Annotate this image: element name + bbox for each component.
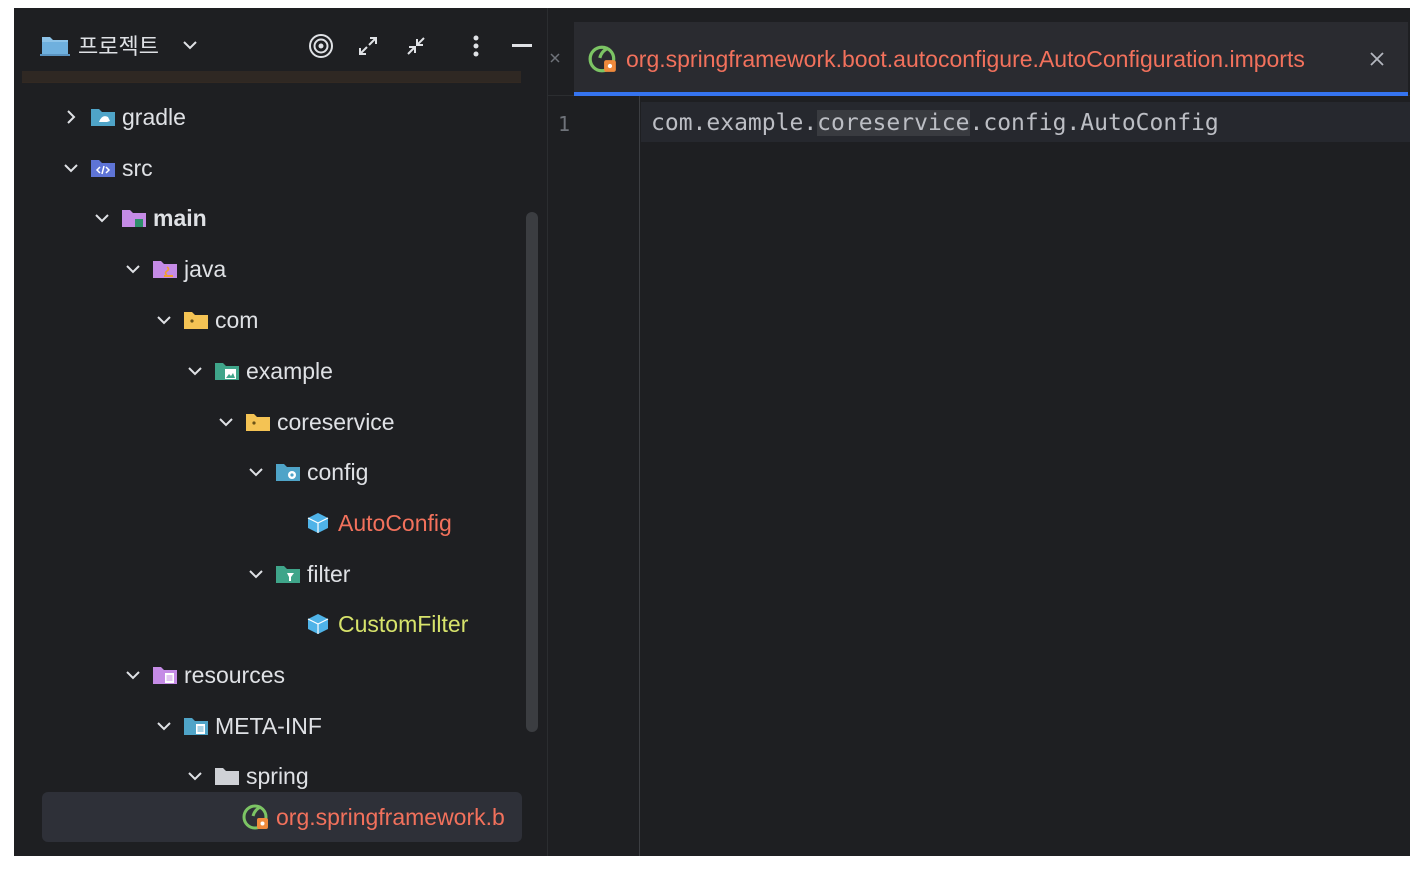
chevron-right-icon[interactable] bbox=[62, 108, 80, 126]
close-icon[interactable] bbox=[1368, 50, 1386, 68]
tree-node-resources[interactable]: resources bbox=[14, 653, 522, 697]
tab-label: org.springframework.boot.autoconfigure.A… bbox=[626, 46, 1305, 72]
ide-window: 프로젝트 gradle src main java com example co… bbox=[14, 8, 1410, 856]
tree-node-autoconfig[interactable]: AutoConfig bbox=[14, 501, 522, 545]
chevron-down-icon[interactable] bbox=[155, 311, 173, 329]
package-config-icon bbox=[276, 464, 300, 481]
project-panel: 프로젝트 gradle src main java com example co… bbox=[14, 8, 548, 856]
chevron-down-icon[interactable] bbox=[93, 209, 111, 227]
tree-node-customfilter[interactable]: CustomFilter bbox=[14, 602, 522, 646]
project-view-selector[interactable]: 프로젝트 bbox=[40, 30, 199, 60]
folder-source-root-icon bbox=[91, 160, 115, 177]
project-tree: gradle src main java com example coreser… bbox=[14, 84, 547, 856]
tree-node-label: resources bbox=[184, 661, 285, 688]
code-line[interactable]: com.example.coreservice.config.AutoConfi… bbox=[651, 110, 1219, 136]
editor-pane: org.springframework.boot.autoconfigure.A… bbox=[548, 8, 1410, 856]
tree-node-imports-file[interactable]: org.springframework.b bbox=[42, 792, 522, 842]
code-text: .config.AutoConfig bbox=[969, 110, 1219, 136]
collapse-icon bbox=[407, 37, 425, 55]
tree-node-src[interactable]: src bbox=[14, 146, 522, 190]
expand-icon bbox=[359, 37, 377, 55]
chevron-down-icon bbox=[183, 41, 197, 50]
project-panel-header: 프로젝트 bbox=[14, 8, 547, 83]
chevron-down-icon[interactable] bbox=[124, 666, 142, 684]
tree-node-label: AutoConfig bbox=[338, 509, 452, 536]
tree-node-gradle[interactable]: gradle bbox=[14, 95, 522, 139]
tree-node-com[interactable]: com bbox=[14, 298, 522, 342]
target-icon bbox=[309, 34, 333, 58]
tree-node-label: gradle bbox=[122, 103, 186, 130]
hide-panel-button[interactable] bbox=[508, 32, 536, 60]
minimize-icon bbox=[512, 44, 532, 47]
tree-node-label: java bbox=[184, 255, 227, 282]
tree-node-label: org.springframework.b bbox=[276, 803, 505, 830]
tree-node-label: filter bbox=[307, 560, 351, 587]
chevron-down-icon[interactable] bbox=[124, 260, 142, 278]
folder-java-icon bbox=[153, 261, 177, 278]
code-highlight: coreservice bbox=[817, 110, 970, 136]
tree-node-filter[interactable]: filter bbox=[14, 552, 522, 596]
folder-meta-inf-icon bbox=[184, 718, 208, 735]
package-folder-icon bbox=[246, 414, 270, 431]
tree-node-label: config bbox=[307, 458, 369, 485]
tree-node-label: META-INF bbox=[215, 712, 322, 739]
chevron-down-icon[interactable] bbox=[247, 463, 265, 481]
tree-node-label: com bbox=[215, 306, 259, 333]
chevron-down-icon[interactable] bbox=[186, 767, 204, 785]
editor-tab[interactable]: org.springframework.boot.autoconfigure.A… bbox=[574, 22, 1408, 96]
panel-header-strip bbox=[22, 71, 521, 83]
tree-node-label: src bbox=[122, 154, 153, 181]
tree-node-main[interactable]: main bbox=[14, 196, 522, 240]
tree-node-label: coreservice bbox=[277, 408, 395, 435]
folder-module-icon bbox=[122, 210, 146, 227]
code-text: com.example. bbox=[651, 110, 818, 136]
package-filter-icon bbox=[276, 566, 300, 583]
expand-all-button[interactable] bbox=[354, 32, 382, 60]
locate-file-button[interactable] bbox=[307, 32, 335, 60]
line-number-gutter: 1 bbox=[548, 96, 640, 856]
project-folder-icon bbox=[40, 37, 70, 56]
chevron-down-icon[interactable] bbox=[186, 362, 204, 380]
options-menu-button[interactable] bbox=[462, 32, 490, 60]
line-number: 1 bbox=[558, 112, 571, 136]
tree-node-example[interactable]: example bbox=[14, 349, 522, 393]
close-icon[interactable] bbox=[548, 46, 562, 70]
tree-node-config[interactable]: config bbox=[14, 450, 522, 494]
tree-node-label: main bbox=[153, 204, 207, 231]
folder-resources-icon bbox=[153, 667, 177, 684]
tree-scrollbar[interactable] bbox=[526, 212, 538, 732]
java-class-icon bbox=[307, 513, 329, 533]
editor-tab-bar: org.springframework.boot.autoconfigure.A… bbox=[548, 8, 1410, 96]
tree-node-label: example bbox=[246, 357, 333, 384]
folder-plain-icon bbox=[215, 768, 239, 785]
package-folder-icon bbox=[184, 312, 208, 329]
folder-gradle-icon bbox=[91, 109, 115, 126]
tree-node-label: spring bbox=[246, 762, 309, 789]
chevron-down-icon[interactable] bbox=[217, 413, 235, 431]
spring-file-icon bbox=[242, 804, 268, 830]
project-panel-title: 프로젝트 bbox=[78, 34, 159, 59]
java-class-icon bbox=[307, 614, 329, 634]
code-editor[interactable]: com.example.coreservice.config.AutoConfi… bbox=[641, 96, 1410, 856]
tree-node-meta-inf[interactable]: META-INF bbox=[14, 704, 522, 748]
tree-node-java[interactable]: java bbox=[14, 247, 522, 291]
tree-node-coreservice[interactable]: coreservice bbox=[14, 400, 522, 444]
chevron-down-icon[interactable] bbox=[247, 565, 265, 583]
package-folder-image-icon bbox=[215, 363, 239, 380]
chevron-down-icon[interactable] bbox=[155, 717, 173, 735]
more-vertical-icon bbox=[473, 35, 479, 57]
collapse-all-button[interactable] bbox=[402, 32, 430, 60]
spring-file-icon bbox=[588, 45, 616, 73]
chevron-down-icon[interactable] bbox=[62, 159, 80, 177]
tree-node-label: CustomFilter bbox=[338, 610, 469, 637]
